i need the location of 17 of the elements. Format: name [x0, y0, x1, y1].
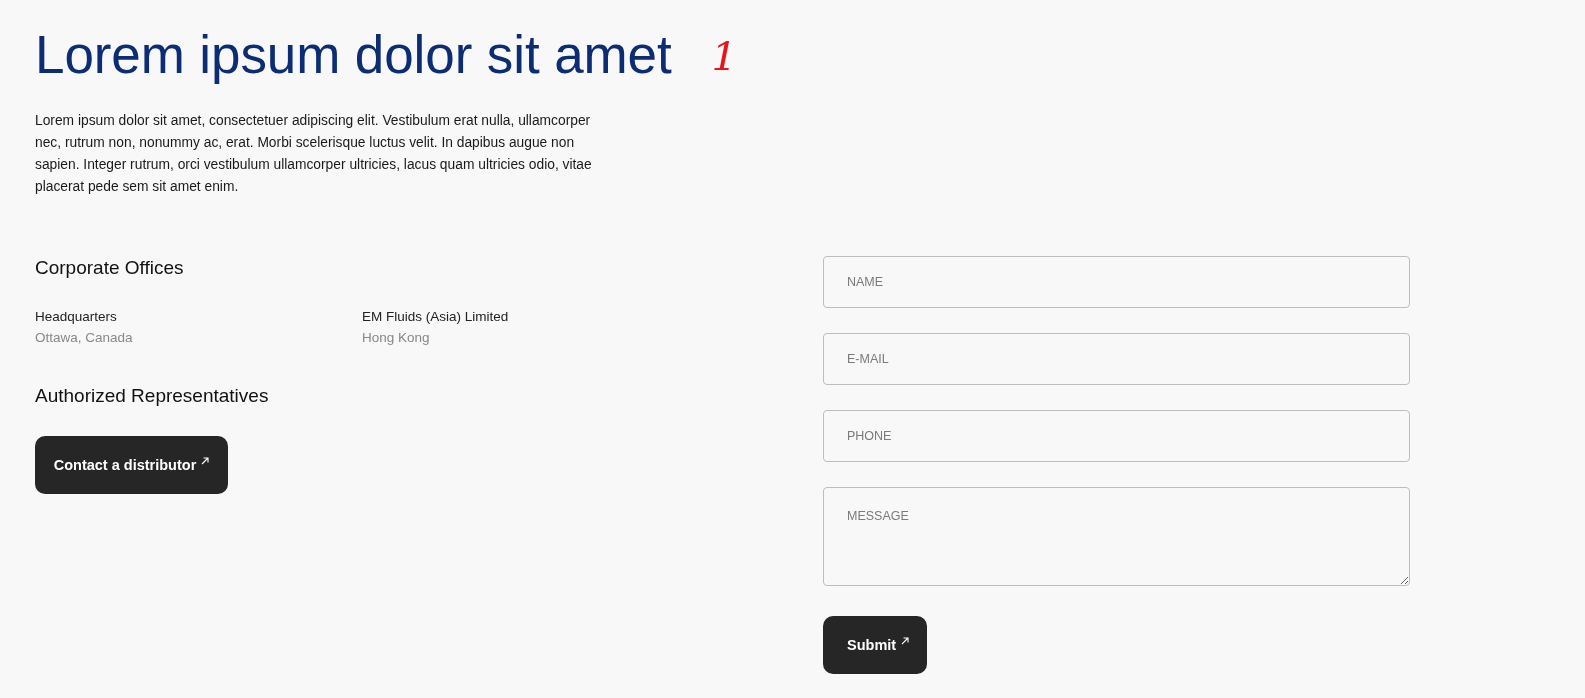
intro-paragraph: Lorem ipsum dolor sit amet, consectetuer adipiscing elit. Vestibulum erat nulla, ullamcorper nec, rutrum non, nonummy ac, erat. Morbi scelerisque luctus velit. In dapibus augue non sapien. Integer rutrum, orci vestibulum ullamcorper ultricies, lacus quam ultricies odio, vitae placerat pede sem sit amet enim.	[35, 112, 593, 196]
office-location: Ottawa, Canada	[35, 329, 133, 347]
section-heading: Corporate Offices	[35, 256, 184, 280]
annotation-number: 1	[711, 32, 738, 81]
contact-distributor-button[interactable]: Contact a distributor	[35, 436, 228, 494]
arrow-up-right-icon	[901, 637, 910, 645]
section-heading: Authorized Representatives	[35, 384, 269, 408]
text-input-field[interactable]: E-MAIL	[823, 333, 1410, 385]
text-input-field[interactable]: PHONE	[823, 410, 1410, 462]
page-title: Lorem ipsum dolor sit amet	[35, 24, 672, 86]
office-name: Headquarters	[35, 308, 117, 326]
arrow-up-right-icon	[201, 457, 210, 465]
office-name: EM Fluids (Asia) Limited	[362, 308, 509, 326]
submit-button[interactable]: Submit	[823, 616, 927, 674]
message-field[interactable]: MESSAGE	[823, 487, 1410, 586]
office-location: Hong Kong	[362, 329, 430, 347]
text-input-field[interactable]: NAME	[823, 256, 1410, 308]
